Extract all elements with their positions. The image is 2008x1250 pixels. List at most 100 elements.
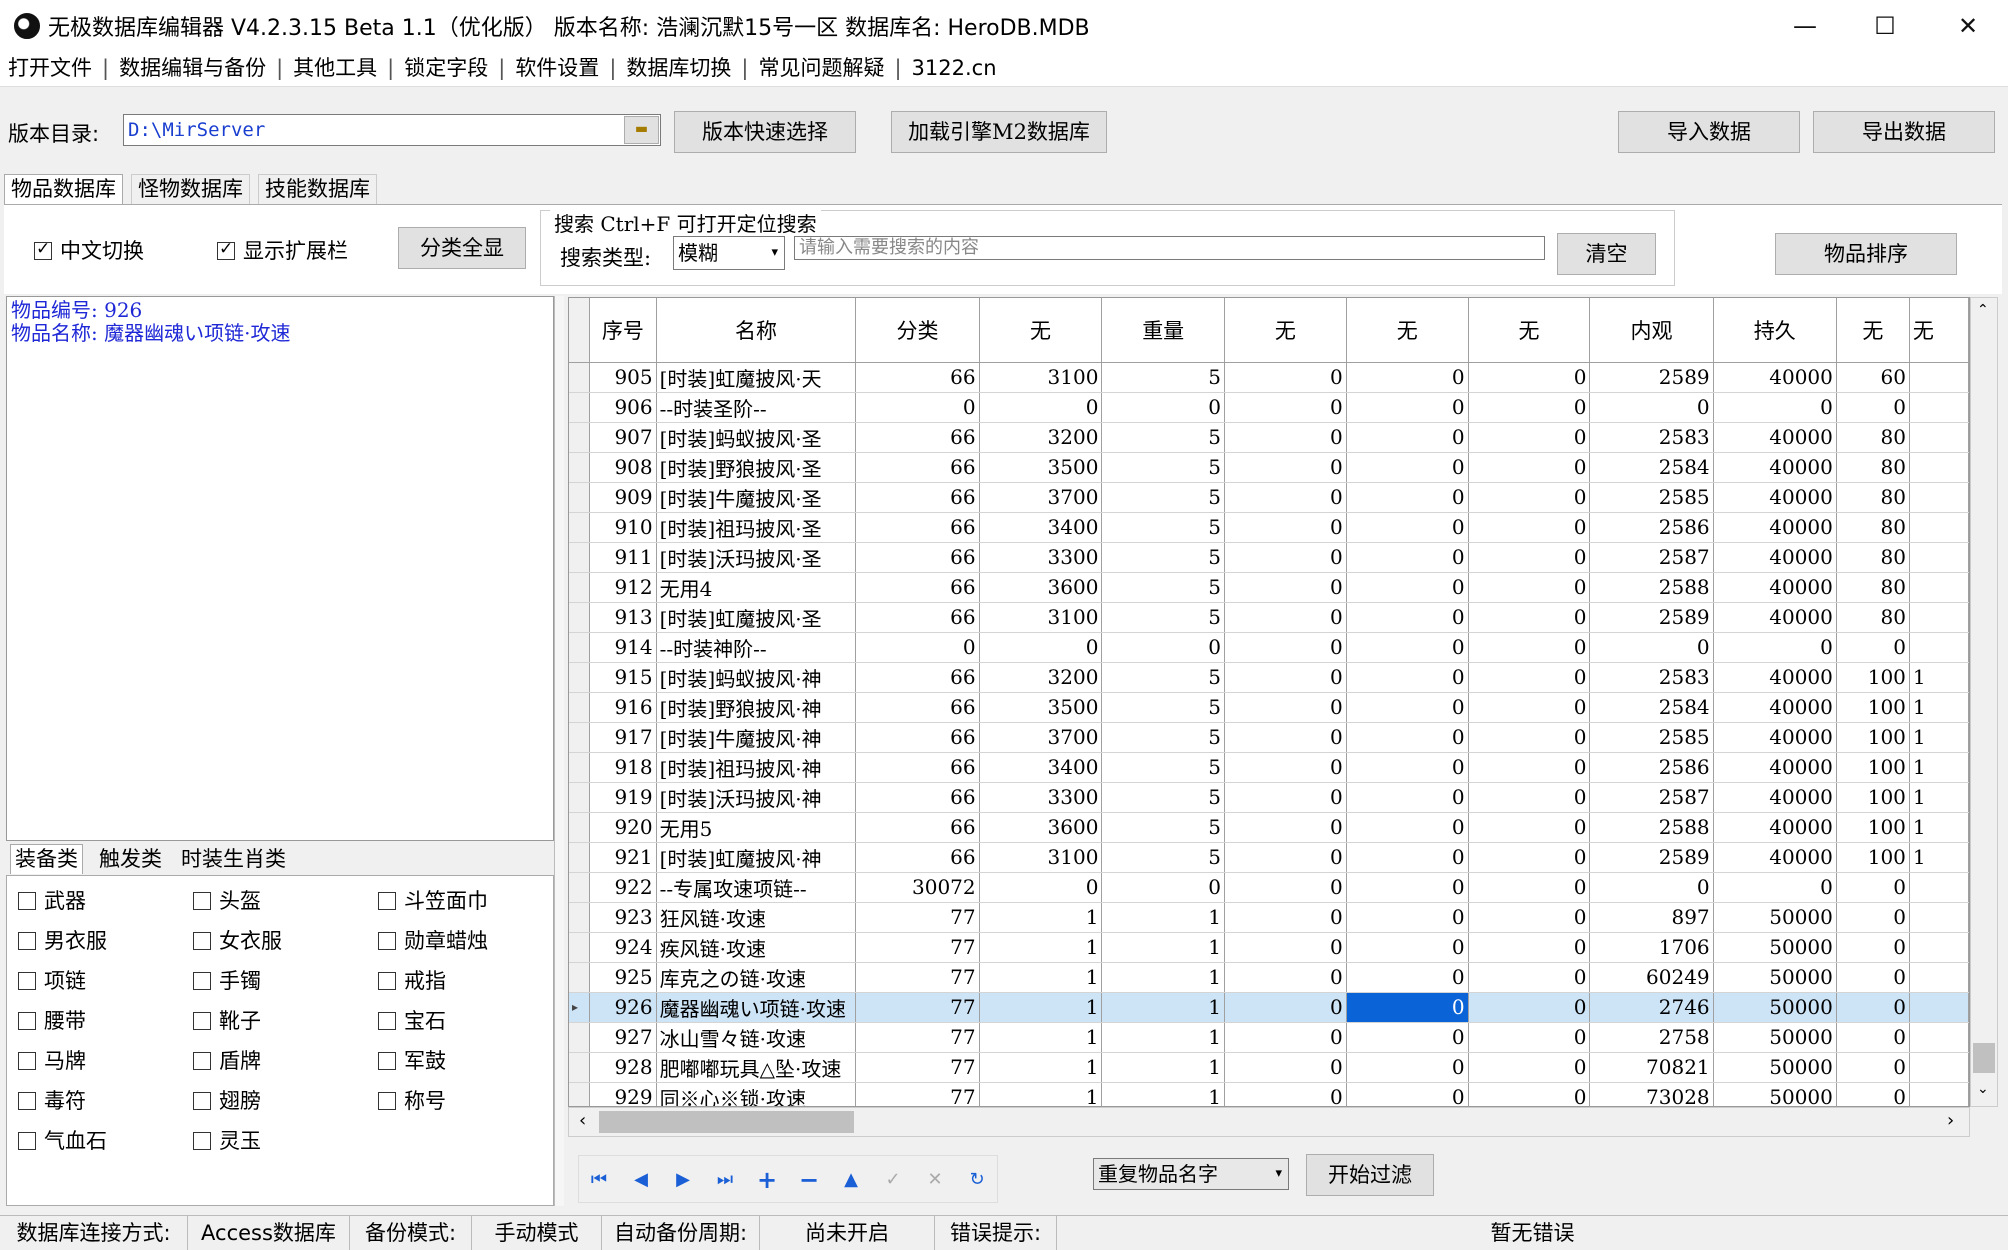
table-cell[interactable]: 1 [1101,1082,1225,1106]
table-cell[interactable]: 0 [1224,392,1347,423]
table-cell[interactable]: --时装圣阶-- [656,392,857,423]
table-cell[interactable] [1909,632,1969,663]
table-cell[interactable]: 40000 [1713,482,1837,513]
table-cell[interactable]: 0 [1346,362,1469,393]
table-cell[interactable]: 1 [1101,992,1225,1023]
table-cell[interactable]: 80 [1836,452,1910,483]
table-row[interactable]: 929 同※心※锁·攻速 77 1 1 0 0 0 73028 50000 0 [569,1082,1969,1106]
table-cell[interactable]: 0 [1346,722,1469,753]
category-checkbox[interactable]: 宝石 [378,1005,446,1035]
table-cell[interactable]: 0 [1224,572,1347,603]
filter-type-select[interactable]: 重复物品名字 ▾ [1093,1158,1289,1190]
table-row[interactable]: 914 --时装神阶-- 0 0 0 0 0 0 0 0 0 [569,632,1969,663]
table-cell[interactable]: 66 [855,452,980,483]
table-cell[interactable]: 0 [1224,692,1347,723]
table-cell[interactable]: [时装]虹魔披风·神 [656,842,857,873]
table-cell[interactable]: 2586 [1589,512,1714,543]
table-cell[interactable]: 0 [1468,1052,1591,1083]
vertical-scroll-thumb[interactable] [1973,1043,1995,1073]
row-indicator[interactable] [569,752,591,783]
column-header[interactable]: 分类 [855,298,980,363]
category-checkbox[interactable]: 气血石 [18,1125,107,1155]
table-cell[interactable]: 60249 [1589,962,1714,993]
row-indicator[interactable]: ▸ [569,992,591,1023]
table-cell[interactable]: 0 [1346,422,1469,453]
table-row[interactable]: 922 --专属攻速项链-- 30072 0 0 0 0 0 0 0 0 [569,872,1969,903]
table-cell[interactable]: 918 [589,752,657,783]
column-header[interactable]: 序号 [589,298,657,363]
table-row[interactable]: ▸ 926 魔器幽魂い项链·攻速 77 1 1 0 0 0 2746 50000 0 [569,992,1969,1023]
row-indicator[interactable] [569,482,591,513]
table-cell[interactable]: 100 [1836,812,1910,843]
table-cell[interactable]: [时装]虹魔披风·圣 [656,602,857,633]
table-cell[interactable]: 922 [589,872,657,903]
table-cell[interactable]: 5 [1101,422,1225,453]
table-cell[interactable]: 2583 [1589,662,1714,693]
table-cell[interactable]: 3100 [979,602,1103,633]
row-indicator[interactable] [569,962,591,993]
column-header[interactable]: 持久 [1713,298,1837,363]
scroll-down-icon[interactable]: ⌄ [1977,1081,1989,1097]
table-cell[interactable]: 1 [1101,902,1225,933]
table-cell[interactable]: 0 [1346,692,1469,723]
table-cell[interactable]: 0 [1224,902,1347,933]
table-cell[interactable]: 3600 [979,572,1103,603]
table-cell[interactable]: 0 [1468,572,1591,603]
table-cell[interactable]: 0 [1346,1082,1469,1106]
table-cell[interactable]: 3600 [979,812,1103,843]
table-cell[interactable]: 0 [1346,512,1469,543]
table-cell[interactable]: 910 [589,512,657,543]
export-data-button[interactable]: 导出数据 [1813,111,1995,153]
menu-settings[interactable]: 软件设置 [515,56,599,80]
table-row[interactable]: 916 [时装]野狼披风·神 66 3500 5 0 0 0 2584 40000 100 1 [569,692,1969,723]
scroll-left-icon[interactable]: ‹ [579,1110,586,1131]
table-row[interactable]: 923 狂风链·攻速 77 1 1 0 0 0 897 50000 0 [569,902,1969,933]
table-cell[interactable]: 100 [1836,722,1910,753]
table-cell[interactable]: 3400 [979,512,1103,543]
table-cell[interactable]: 2589 [1589,362,1714,393]
table-cell[interactable]: 0 [1224,752,1347,783]
table-cell[interactable]: 1 [1101,932,1225,963]
table-cell[interactable]: 77 [855,1052,980,1083]
table-cell[interactable]: 5 [1101,662,1225,693]
table-cell[interactable]: 77 [855,1082,980,1106]
table-cell[interactable] [1909,542,1969,573]
table-cell[interactable]: 0 [1346,842,1469,873]
table-cell[interactable]: 5 [1101,512,1225,543]
table-cell[interactable] [1909,392,1969,423]
table-cell[interactable]: 无用4 [656,572,857,603]
table-cell[interactable]: 狂风链·攻速 [656,902,857,933]
row-indicator[interactable] [569,392,591,423]
table-cell[interactable] [1909,362,1969,393]
table-cell[interactable]: 909 [589,482,657,513]
table-cell[interactable]: 0 [1468,542,1591,573]
table-cell[interactable]: 50000 [1713,992,1837,1023]
table-cell[interactable]: 1 [979,962,1103,993]
table-cell[interactable]: 5 [1101,722,1225,753]
table-row[interactable]: 913 [时装]虹魔披风·圣 66 3100 5 0 0 0 2589 40000 80 [569,602,1969,633]
maximize-button[interactable]: ☐ [1845,0,1925,52]
table-cell[interactable]: 0 [979,632,1103,663]
table-cell[interactable]: 50000 [1713,1022,1837,1053]
tab-trigger[interactable]: 触发类 [95,846,166,874]
table-cell[interactable]: 0 [1346,932,1469,963]
column-header[interactable]: 无 [1224,298,1347,363]
table-row[interactable]: 921 [时装]虹魔披风·神 66 3100 5 0 0 0 2589 40000 100 1 [569,842,1969,873]
folder-browse-icon[interactable]: ▬ [624,116,659,144]
table-cell[interactable]: 0 [1224,482,1347,513]
table-cell[interactable]: 50000 [1713,1082,1837,1106]
row-indicator[interactable] [569,902,591,933]
table-cell[interactable]: 0 [1224,452,1347,483]
menu-data-edit-backup[interactable]: 数据编辑与备份 [119,56,266,80]
table-cell[interactable]: 66 [855,602,980,633]
table-cell[interactable]: 0 [1836,962,1910,993]
table-cell[interactable]: 0 [1468,632,1591,663]
table-cell[interactable]: [时装]沃玛披风·圣 [656,542,857,573]
add-icon[interactable]: + [748,1163,786,1197]
category-checkbox[interactable]: 马牌 [18,1045,86,1075]
table-cell[interactable]: 2587 [1589,782,1714,813]
table-row[interactable]: 908 [时装]野狼披风·圣 66 3500 5 0 0 0 2584 40000 80 [569,452,1969,483]
table-cell[interactable]: 80 [1836,542,1910,573]
table-cell[interactable]: 80 [1836,512,1910,543]
table-cell[interactable] [1909,452,1969,483]
